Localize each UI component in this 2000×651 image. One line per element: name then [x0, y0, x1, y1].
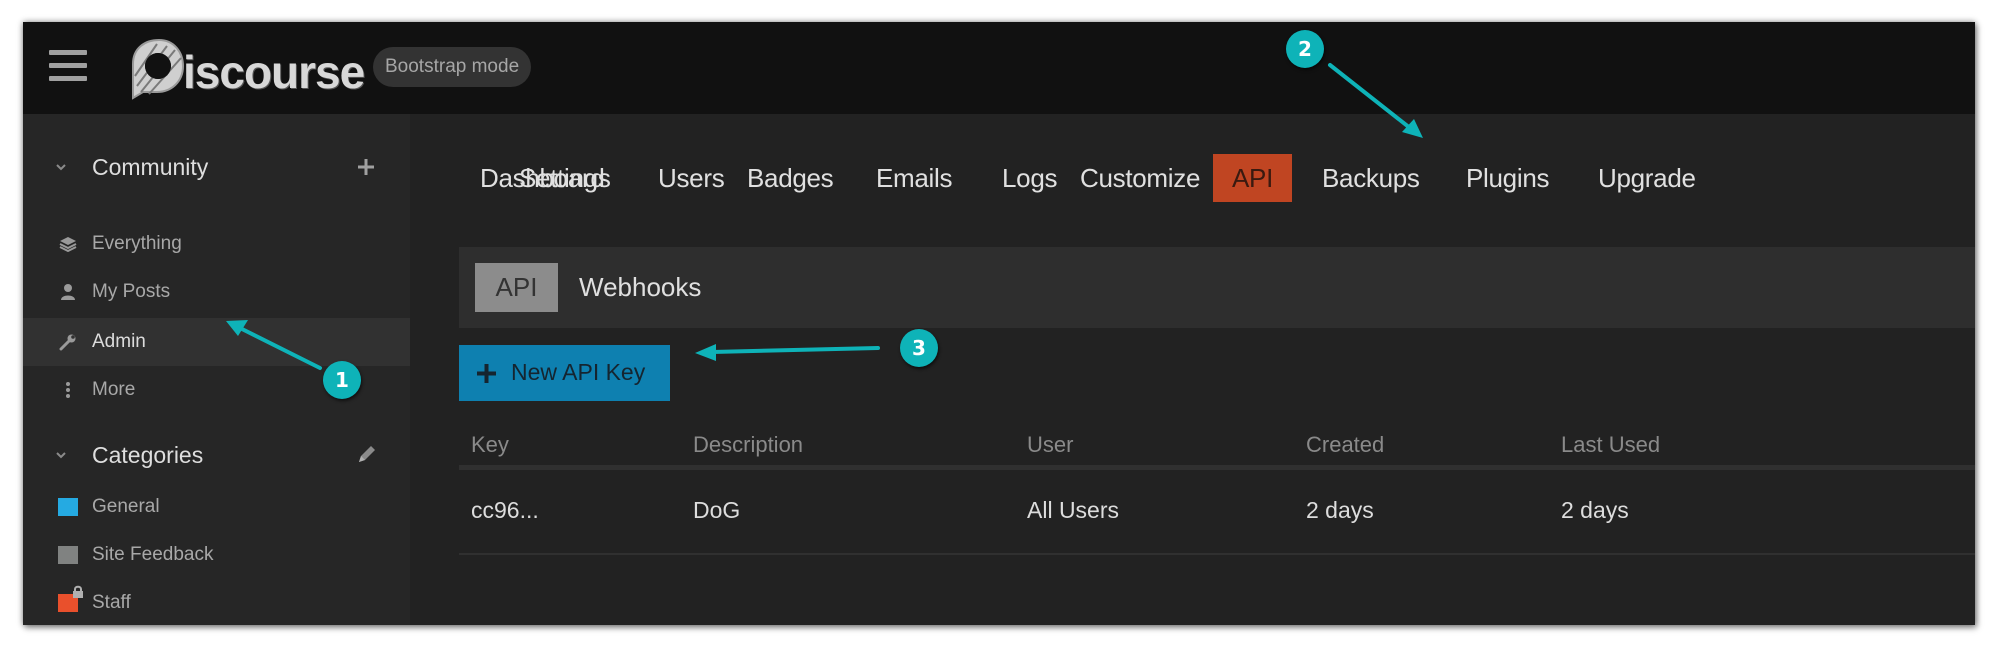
column-header-created[interactable]: Created — [1306, 432, 1384, 458]
hamburger-menu-icon[interactable] — [49, 50, 87, 82]
subnav-tab-api[interactable]: API — [475, 263, 558, 312]
admin-tab-plugins[interactable]: Plugins — [1446, 154, 1569, 202]
sidebar-section-title: Community — [92, 153, 209, 180]
sidebar-item-label: Everything — [92, 233, 182, 254]
column-header-description[interactable]: Description — [693, 432, 803, 458]
subnav-tab-webhooks[interactable]: Webhooks — [563, 263, 717, 312]
sidebar-item-label: Staff — [92, 592, 131, 613]
column-header-last-used[interactable]: Last Used — [1561, 432, 1660, 458]
sidebar-item-label: My Posts — [92, 281, 171, 302]
chevron-down-icon[interactable] — [54, 160, 68, 174]
discourse-window: iscourse Bootstrap mode Community Everyt… — [23, 22, 1975, 625]
discourse-logo-mark-icon — [132, 38, 185, 100]
sidebar-category-staff[interactable]: Staff — [23, 579, 410, 625]
admin-tab-badges[interactable]: Badges — [727, 154, 853, 202]
column-header-key[interactable]: Key — [471, 432, 509, 458]
new-api-key-button[interactable]: New API Key — [459, 345, 670, 401]
sidebar-item-label: Site Feedback — [92, 544, 214, 565]
chevron-down-icon[interactable] — [54, 448, 68, 462]
category-color-swatch — [58, 498, 78, 516]
admin-tab-customize[interactable]: Customize — [1060, 154, 1220, 202]
sidebar-section-community-header[interactable]: Community — [23, 147, 410, 187]
plus-icon — [477, 364, 496, 383]
api-subnav: API Webhooks — [459, 247, 1975, 328]
site-header: iscourse Bootstrap mode — [23, 22, 1975, 114]
admin-tab-api[interactable]: API — [1213, 154, 1293, 202]
cell-created: 2 days — [1306, 497, 1374, 523]
sidebar-section-title: Categories — [92, 441, 204, 468]
user-icon — [58, 282, 78, 302]
sidebar-section-categories-header[interactable]: Categories — [23, 435, 410, 475]
layers-icon — [58, 234, 78, 254]
pencil-icon[interactable] — [355, 444, 377, 466]
annotation-callout-2: 2 — [1286, 30, 1324, 68]
discourse-logo[interactable]: iscourse — [127, 34, 365, 100]
sidebar-category-site-feedback[interactable]: Site Feedback — [23, 531, 410, 579]
lock-icon — [73, 585, 83, 598]
sidebar-item-label: General — [92, 496, 160, 517]
wrench-icon — [58, 332, 78, 352]
ellipsis-vertical-icon — [58, 380, 78, 400]
admin-tab-emails[interactable]: Emails — [856, 154, 972, 202]
annotation-callout-3: 3 — [900, 329, 938, 367]
sidebar-item-admin[interactable]: Admin — [23, 318, 410, 366]
admin-main: Dashboard Settings Users Badges Emails L… — [410, 114, 1975, 625]
bootstrap-mode-badge: Bootstrap mode — [373, 47, 532, 87]
cell-description: DoG — [693, 497, 741, 523]
sidebar-item-my-posts[interactable]: My Posts — [23, 268, 410, 316]
cell-user: All Users — [1027, 497, 1120, 523]
column-header-user[interactable]: User — [1027, 432, 1073, 458]
admin-tab-settings[interactable]: Settings — [499, 154, 631, 202]
admin-tab-upgrade[interactable]: Upgrade — [1578, 154, 1716, 202]
logo-text: iscourse — [183, 46, 365, 98]
admin-tab-backups[interactable]: Backups — [1302, 154, 1440, 202]
table-header-row: Key Description User Created Last Used — [459, 410, 1975, 470]
sidebar-item-label: Admin — [92, 331, 146, 352]
new-api-key-label: New API Key — [511, 359, 646, 385]
sidebar-item-everything[interactable]: Everything — [23, 220, 410, 268]
sidebar-item-label: More — [92, 379, 136, 400]
cell-last-used: 2 days — [1561, 497, 1629, 523]
table-row[interactable]: cc96... DoG All Users 2 days 2 days — [459, 470, 1975, 555]
category-color-swatch — [58, 546, 78, 564]
plus-icon[interactable] — [355, 156, 377, 178]
cell-key[interactable]: cc96... — [471, 497, 539, 524]
sidebar-category-general[interactable]: General — [23, 483, 410, 531]
admin-nav: Dashboard Settings Users Badges Emails L… — [410, 114, 1975, 202]
annotation-callout-1: 1 — [323, 361, 361, 399]
